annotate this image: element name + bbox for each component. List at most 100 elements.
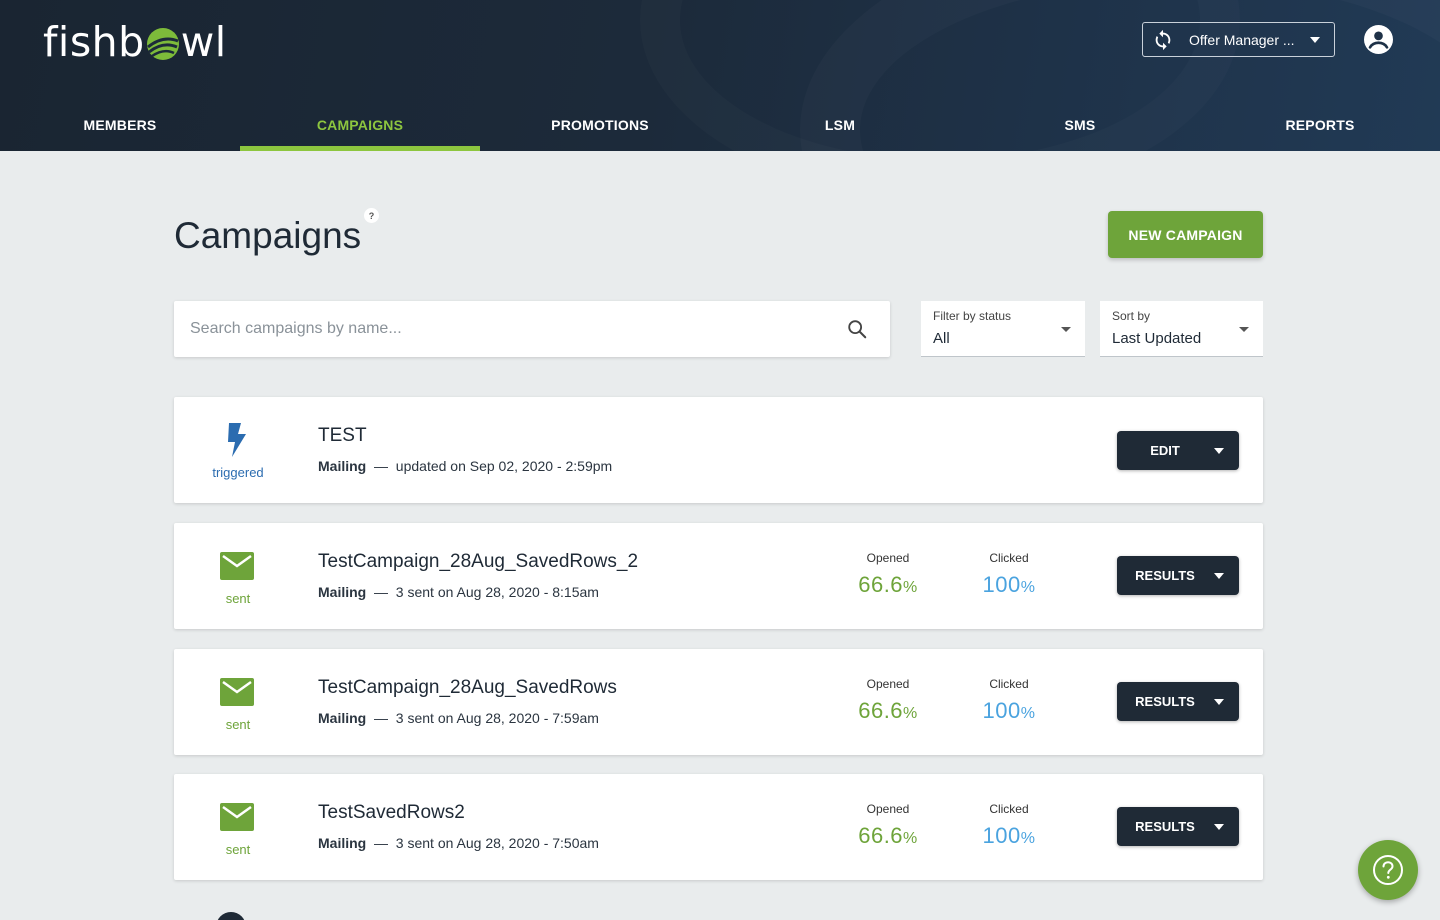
opened-value: 66.6% xyxy=(828,698,948,724)
campaign-name[interactable]: TestCampaign_28Aug_SavedRows_2 xyxy=(318,551,638,573)
sort-value: Last Updated xyxy=(1112,330,1202,347)
chevron-down-icon[interactable] xyxy=(1214,698,1224,705)
opened-label: Opened xyxy=(866,802,910,816)
clicked-number: 100 xyxy=(982,698,1021,723)
percent-sign: % xyxy=(903,830,918,847)
percent-sign: % xyxy=(1020,579,1036,596)
campaign-card[interactable]: sent TestCampaign_28Aug_SavedRows Mailin… xyxy=(174,649,1263,755)
nav-sms[interactable]: SMS xyxy=(960,98,1200,151)
sort-label: Sort by xyxy=(1112,309,1151,323)
opened-number: 66.6 xyxy=(858,823,904,848)
percent-sign: % xyxy=(1020,830,1036,847)
new-campaign-button[interactable]: NEW CAMPAIGN xyxy=(1108,211,1263,258)
org-selector[interactable]: Offer Manager ... xyxy=(1142,22,1335,57)
campaign-name[interactable]: TestSavedRows2 xyxy=(318,802,465,824)
campaign-meta: Mailing — 3 sent on Aug 28, 2020 - 7:59a… xyxy=(318,710,599,726)
status-label: triggered xyxy=(212,465,264,480)
campaign-card[interactable]: triggered TEST Mailing — updated on Sep … xyxy=(174,397,1263,503)
edit-button[interactable]: EDIT xyxy=(1117,431,1239,470)
percent-sign: % xyxy=(1020,705,1036,722)
campaign-detail: 3 sent on Aug 28, 2020 - 8:15am xyxy=(395,584,599,600)
results-button-label: RESULTS xyxy=(1135,568,1195,583)
campaign-detail: 3 sent on Aug 28, 2020 - 7:59am xyxy=(395,710,599,726)
status-label: sent xyxy=(225,591,251,606)
opened-stat: Opened 66.6% xyxy=(828,802,948,849)
edit-button-label: EDIT xyxy=(1150,443,1180,458)
help-button[interactable] xyxy=(1358,840,1418,900)
opened-number: 66.6 xyxy=(858,698,904,723)
clicked-number: 100 xyxy=(982,823,1021,848)
campaign-detail: 3 sent on Aug 28, 2020 - 7:50am xyxy=(395,835,599,851)
opened-label: Opened xyxy=(866,551,910,565)
opened-value: 66.6% xyxy=(828,823,948,849)
campaign-meta: Mailing — 3 sent on Aug 28, 2020 - 8:15a… xyxy=(318,584,599,600)
opened-value: 66.6% xyxy=(828,572,948,598)
opened-stat: Opened 66.6% xyxy=(828,551,948,598)
nav-members[interactable]: MEMBERS xyxy=(0,98,240,151)
fishbowl-ball-icon xyxy=(146,28,179,60)
campaign-type: Mailing xyxy=(318,458,367,474)
help-circle-icon xyxy=(1373,855,1403,885)
results-button-label: RESULTS xyxy=(1135,819,1195,834)
account-circle-icon[interactable] xyxy=(1364,25,1393,54)
campaign-card[interactable]: sent TestCampaign_28Aug_SavedRows_2 Mail… xyxy=(174,523,1263,629)
opened-number: 66.6 xyxy=(858,572,904,597)
next-card-status-icon xyxy=(216,912,246,920)
meta-separator: — xyxy=(374,458,389,474)
clicked-value: 100% xyxy=(949,698,1069,724)
envelope-icon xyxy=(220,675,254,709)
meta-separator: — xyxy=(374,584,389,600)
results-button[interactable]: RESULTS xyxy=(1117,807,1239,846)
campaign-name[interactable]: TestCampaign_28Aug_SavedRows xyxy=(318,677,617,699)
clicked-value: 100% xyxy=(949,823,1069,849)
nav-promotions[interactable]: PROMOTIONS xyxy=(480,98,720,151)
status-filter-value: All xyxy=(933,330,950,347)
clicked-stat: Clicked 100% xyxy=(949,677,1069,724)
envelope-icon xyxy=(220,800,254,834)
logo-text-right: wl xyxy=(180,18,227,66)
campaign-meta: Mailing — updated on Sep 02, 2020 - 2:59… xyxy=(318,458,612,474)
logo-text-left: fishb xyxy=(43,18,145,66)
nav-lsm[interactable]: LSM xyxy=(720,98,960,151)
nav-campaigns[interactable]: CAMPAIGNS xyxy=(240,98,480,151)
sync-icon xyxy=(1155,29,1171,50)
status-label: sent xyxy=(225,842,251,857)
fishbowl-logo[interactable]: fishb wl xyxy=(43,16,227,68)
main-nav: MEMBERS CAMPAIGNS PROMOTIONS LSM SMS REP… xyxy=(0,98,1440,151)
results-button[interactable]: RESULTS xyxy=(1117,556,1239,595)
sort-select[interactable]: Sort by Last Updated xyxy=(1100,301,1263,357)
search-icon[interactable] xyxy=(846,318,868,340)
chevron-down-icon xyxy=(1239,327,1249,332)
chevron-down-icon xyxy=(1061,327,1071,332)
clicked-stat: Clicked 100% xyxy=(949,551,1069,598)
clicked-value: 100% xyxy=(949,572,1069,598)
chevron-down-icon[interactable] xyxy=(1214,823,1224,830)
clicked-stat: Clicked 100% xyxy=(949,802,1069,849)
page-title: Campaigns xyxy=(174,215,362,256)
lightning-icon xyxy=(220,423,254,457)
percent-sign: % xyxy=(903,705,918,722)
chevron-down-icon[interactable] xyxy=(1214,447,1224,454)
chevron-down-icon xyxy=(1310,36,1320,43)
campaign-card[interactable]: sent TestSavedRows2 Mailing — 3 sent on … xyxy=(174,774,1263,880)
status-filter-select[interactable]: Filter by status All xyxy=(921,301,1085,357)
status-filter-label: Filter by status xyxy=(933,309,1012,323)
campaign-type: Mailing xyxy=(318,584,367,600)
opened-label: Opened xyxy=(866,677,910,691)
clicked-label: Clicked xyxy=(989,802,1029,816)
campaign-detail: updated on Sep 02, 2020 - 2:59pm xyxy=(395,458,613,474)
campaign-type: Mailing xyxy=(318,710,367,726)
status-label: sent xyxy=(225,717,251,732)
meta-separator: — xyxy=(374,710,389,726)
help-tooltip-icon[interactable]: ? xyxy=(364,208,379,223)
results-button[interactable]: RESULTS xyxy=(1117,682,1239,721)
meta-separator: — xyxy=(374,835,389,851)
org-selector-label: Offer Manager ... xyxy=(1189,31,1295,48)
campaign-name[interactable]: TEST xyxy=(318,425,367,447)
percent-sign: % xyxy=(903,579,918,596)
chevron-down-icon[interactable] xyxy=(1214,572,1224,579)
nav-reports[interactable]: REPORTS xyxy=(1200,98,1440,151)
search-input[interactable]: Search campaigns by name... xyxy=(190,320,402,338)
app-header: fishb wl Offer Manager ... MEMBERS CAMPA… xyxy=(0,0,1440,151)
search-field[interactable]: Search campaigns by name... xyxy=(174,301,890,357)
